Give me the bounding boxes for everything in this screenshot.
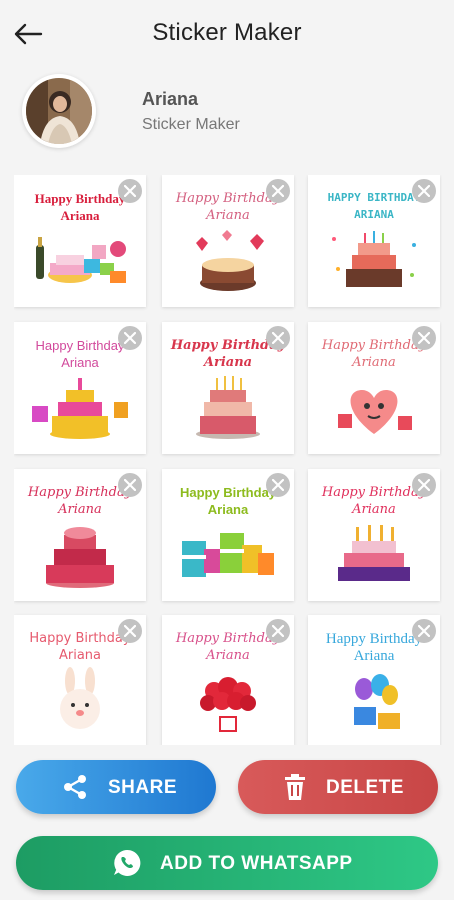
sticker-text-line2: Ariana	[352, 502, 396, 517]
sticker-tile[interactable]: Happy Birthday Ariana	[308, 615, 440, 745]
sticker-text-line2: ARIANA	[354, 208, 394, 221]
sticker-text-line2: Ariana	[58, 648, 102, 663]
share-button-label: SHARE	[108, 777, 178, 798]
sticker-tile[interactable]: Happy Birthday Ariana	[162, 469, 294, 601]
add-to-whatsapp-label: ADD TO WHATSAPP	[160, 853, 353, 874]
sticker-illustration	[36, 237, 126, 283]
close-icon	[124, 332, 136, 344]
sticker-tile[interactable]: Happy Birthday Ariana	[162, 322, 294, 454]
sticker-illustration	[60, 667, 100, 729]
sticker-text-line2: Ariana	[60, 208, 100, 223]
share-icon	[64, 775, 86, 799]
sticker-text-line2: Ariana	[207, 502, 249, 517]
avatar	[22, 74, 96, 148]
top-app-bar: Sticker Maker	[0, 0, 454, 64]
sticker-tile[interactable]: Happy Birthday Ariana	[14, 175, 146, 307]
sticker-tile[interactable]: Happy Birthday Ariana	[14, 615, 146, 745]
sticker-illustration	[46, 527, 114, 588]
sticker-grid: Happy Birthday Ariana Happy Birthday Ari…	[14, 175, 442, 745]
remove-sticker-button[interactable]	[266, 473, 290, 497]
sticker-illustration	[32, 378, 128, 439]
sticker-illustration	[182, 533, 274, 577]
close-icon	[418, 332, 430, 344]
remove-sticker-button[interactable]	[266, 326, 290, 350]
add-to-whatsapp-button[interactable]: ADD TO WHATSAPP	[16, 836, 438, 890]
close-icon	[272, 625, 284, 637]
sticker-illustration	[354, 674, 400, 729]
close-icon	[272, 332, 284, 344]
sticker-text-line2: Ariana	[61, 355, 99, 370]
sticker-text-line2: Ariana	[203, 355, 253, 370]
remove-sticker-button[interactable]	[412, 619, 436, 643]
page-title: Sticker Maker	[152, 19, 302, 46]
remove-sticker-button[interactable]	[412, 179, 436, 203]
sticker-text-line2: Ariana	[352, 355, 396, 370]
sticker-illustration	[338, 525, 410, 581]
sticker-tile[interactable]: Happy Birthday Ariana	[14, 322, 146, 454]
sticker-illustration	[196, 230, 264, 291]
sticker-tile[interactable]: Happy Birthday Ariana	[308, 322, 440, 454]
sticker-illustration	[196, 376, 260, 439]
sticker-tile[interactable]: Happy Birthday Ariana	[162, 175, 294, 307]
sticker-illustration	[332, 231, 416, 287]
sticker-text-line2: Ariana	[58, 502, 102, 517]
delete-button[interactable]: DELETE	[238, 760, 438, 814]
sticker-tile[interactable]: Happy Birthday Ariana	[162, 615, 294, 745]
sticker-text-line2: Ariana	[353, 648, 395, 664]
pack-header: Ariana Sticker Maker	[0, 64, 454, 164]
remove-sticker-button[interactable]	[266, 179, 290, 203]
remove-sticker-button[interactable]	[266, 619, 290, 643]
close-icon	[418, 479, 430, 491]
close-icon	[272, 479, 284, 491]
profile-subtitle: Sticker Maker	[142, 116, 240, 133]
sticker-tile[interactable]: HAPPY BIRTHDAY ARIANA	[308, 175, 440, 307]
sticker-illustration	[338, 390, 412, 434]
whatsapp-icon	[114, 849, 141, 876]
sticker-text-line2: Ariana	[206, 648, 250, 663]
close-icon	[124, 479, 136, 491]
sticker-illustration	[200, 677, 256, 732]
delete-button-label: DELETE	[326, 777, 404, 798]
sticker-text-line2: Ariana	[206, 208, 250, 223]
close-icon	[124, 185, 136, 197]
close-icon	[124, 625, 136, 637]
profile-name: Ariana	[142, 89, 199, 109]
close-icon	[272, 185, 284, 197]
remove-sticker-button[interactable]	[118, 326, 142, 350]
close-icon	[418, 625, 430, 637]
close-icon	[418, 185, 430, 197]
share-button[interactable]: SHARE	[16, 760, 216, 814]
remove-sticker-button[interactable]	[412, 473, 436, 497]
sticker-tile[interactable]: Happy Birthday Ariana	[14, 469, 146, 601]
remove-sticker-button[interactable]	[118, 179, 142, 203]
remove-sticker-button[interactable]	[118, 473, 142, 497]
trash-icon	[285, 774, 305, 800]
remove-sticker-button[interactable]	[412, 326, 436, 350]
remove-sticker-button[interactable]	[118, 619, 142, 643]
sticker-tile[interactable]: Happy Birthday Ariana	[308, 469, 440, 601]
